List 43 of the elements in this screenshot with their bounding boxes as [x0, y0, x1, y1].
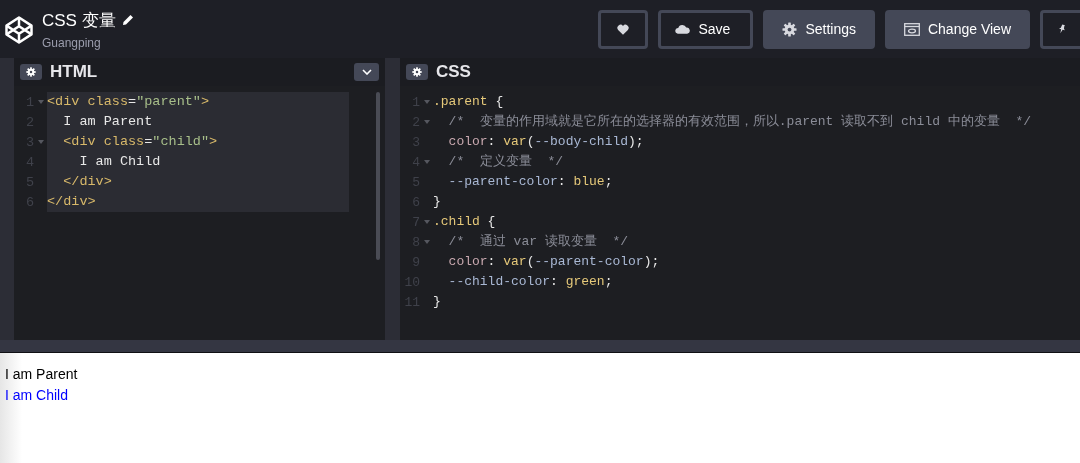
panel-title: HTML: [50, 62, 98, 82]
fold-icon[interactable]: [37, 140, 44, 144]
fold-icon[interactable]: [423, 100, 430, 104]
settings-icon: [412, 67, 422, 77]
cube-logo-icon: [4, 15, 34, 45]
code-line: /* 定义变量 */: [447, 153, 563, 171]
toolbar-button[interactable]: Change View: [884, 9, 1030, 49]
code-line: }: [433, 193, 441, 211]
fold-icon[interactable]: [423, 220, 430, 224]
panel-title: CSS: [436, 62, 471, 82]
code-line: color: var(--parent-color);: [447, 253, 660, 271]
fold-icon[interactable]: [423, 160, 430, 164]
code-line: .parent {: [433, 93, 504, 111]
code-line: color: var(--body-child);: [447, 133, 644, 151]
code-line: .child {: [433, 213, 496, 231]
code-line: --parent-color: blue;: [447, 173, 613, 191]
settings-icon: [26, 67, 36, 77]
settings-button[interactable]: [20, 64, 42, 80]
pin-button[interactable]: [1040, 9, 1080, 49]
cloud-icon: [675, 24, 691, 34]
scrollbar[interactable]: [376, 92, 380, 260]
settings-button[interactable]: [406, 64, 428, 80]
preview-text: I am Parent: [5, 365, 79, 384]
fold-icon[interactable]: [423, 240, 430, 244]
fold-icon[interactable]: [423, 120, 430, 124]
resize-handle[interactable]: [385, 58, 400, 340]
code-line: --child-color: green;: [447, 273, 613, 291]
collapse-button[interactable]: [354, 63, 379, 81]
settings-icon: [782, 21, 798, 37]
resize-handle[interactable]: [0, 340, 1080, 353]
code-line: /* 通过 var 读取变量 */: [447, 233, 629, 251]
code-line: /* 变量的作用域就是它所在的选择器的有效范围，所以.parent 读取不到 child 中的变量 */: [447, 113, 1032, 131]
code-line: }: [433, 293, 441, 311]
toolbar-button[interactable]: Settings: [763, 9, 875, 49]
pen-title: CSS 变量: [42, 9, 116, 32]
pencil-icon[interactable]: [121, 14, 134, 26]
toolbar-button[interactable]: Save: [658, 9, 754, 49]
fold-icon[interactable]: [37, 100, 44, 104]
window-icon: [903, 22, 920, 36]
caret-icon: [361, 69, 372, 75]
preview-text: I am Child: [5, 386, 70, 405]
author-name[interactable]: Guangping: [42, 35, 134, 50]
heart-button[interactable]: [598, 9, 649, 49]
